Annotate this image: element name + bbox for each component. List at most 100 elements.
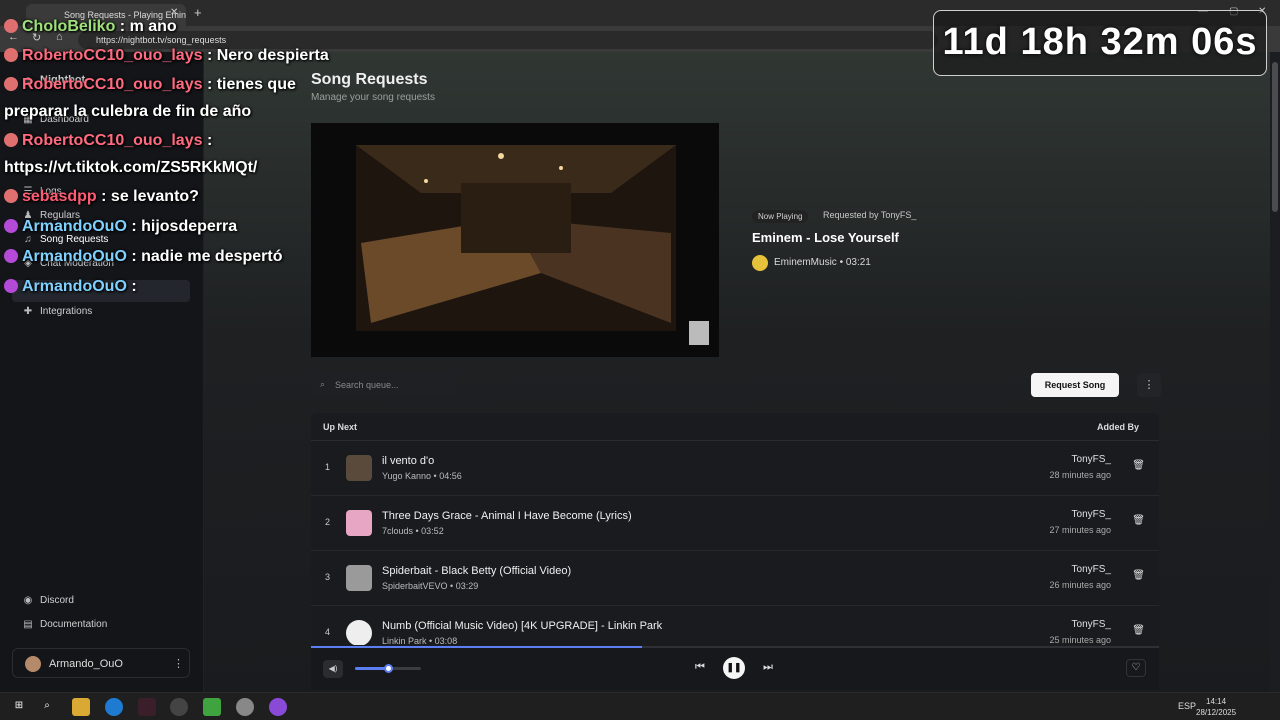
track-title: Numb (Official Music Video) [4K UPGRADE]…	[382, 620, 663, 632]
page-subtitle: Manage your song requests	[311, 92, 435, 103]
chat-username: RobertoCC10_ouo_lays	[22, 76, 203, 93]
scrollbar[interactable]	[1270, 52, 1280, 692]
table-row[interactable]: 3 Spiderbait - Black Betty (Official Vid…	[311, 551, 1159, 606]
added-time: 26 minutes ago	[1049, 580, 1111, 590]
chat-message: https://vt.tiktok.com/ZS5RKkMQt/	[4, 157, 257, 179]
sidebar-item-label: Discord	[40, 595, 74, 606]
volume-knob[interactable]	[384, 664, 393, 673]
windows-start-icon[interactable]: ⊞	[10, 698, 28, 716]
added-by-user: TonyFS_	[1071, 619, 1111, 630]
row-number: 2	[325, 517, 331, 527]
trash-icon[interactable]: 🗑	[1132, 570, 1145, 581]
chat-message: preparar la culebra de fin de año	[4, 101, 251, 123]
table-row[interactable]: 4 Numb (Official Music Video) [4K UPGRAD…	[311, 606, 1159, 645]
sidebar-item-documentation[interactable]: ▤ Documentation	[22, 619, 107, 630]
video-frame	[311, 123, 719, 357]
volume-slider[interactable]	[355, 664, 421, 673]
user-menu[interactable]: Armando_OuO ⋮	[12, 648, 190, 678]
added-time: 28 minutes ago	[1049, 470, 1111, 480]
progress-bar[interactable]	[311, 646, 1159, 648]
table-row[interactable]: 1 il vento d'o Yugo Kanno • 04:56 TonyFS…	[311, 441, 1159, 496]
app-icon[interactable]	[138, 698, 156, 716]
table-row[interactable]: 2 Three Days Grace - Animal I Have Becom…	[311, 496, 1159, 551]
player-bar: ◀) ⏮ ❚❚ ⏭ ♡	[311, 646, 1159, 690]
app-icon[interactable]	[269, 698, 287, 716]
puzzle-icon: ✚	[23, 306, 33, 317]
track-thumbnail	[346, 510, 372, 536]
chat-badge-icon	[4, 249, 18, 263]
row-number: 3	[325, 572, 331, 582]
now-playing-badge: Now Playing	[752, 210, 809, 223]
search-input[interactable]: ⌕ Search queue...	[311, 373, 457, 397]
sidebar-item-label: Documentation	[40, 619, 108, 630]
more-vertical-icon[interactable]: ⋮	[173, 657, 184, 670]
chat-message: ArmandoOuO :	[4, 276, 137, 298]
chat-message: RobertoCC10_ouo_lays : tienes que	[4, 74, 296, 96]
track-thumbnail	[346, 565, 372, 591]
discord-icon: ◉	[23, 595, 33, 606]
chat-avatar-icon	[4, 19, 18, 33]
chat-avatar-icon	[4, 48, 18, 62]
user-name: Armando_OuO	[49, 658, 123, 670]
volume-icon[interactable]: ◀)	[323, 660, 343, 678]
chat-username: RobertoCC10_ouo_lays	[22, 47, 203, 64]
edge-icon[interactable]	[105, 698, 123, 716]
track-meta: SpiderbaitVEVO • 03:29	[382, 581, 479, 591]
track-title: Spiderbait - Black Betty (Official Video…	[382, 565, 572, 577]
heart-icon[interactable]: ♡	[1126, 659, 1146, 677]
clock-date: 28/12/2025	[1196, 708, 1237, 717]
track-title: il vento d'o	[382, 455, 435, 467]
sidebar-item-label: Integrations	[40, 306, 93, 317]
added-time: 25 minutes ago	[1049, 635, 1111, 645]
row-number: 1	[325, 462, 331, 472]
page-title: Song Requests	[311, 71, 428, 88]
search-placeholder: Search queue...	[335, 380, 399, 390]
chat-avatar-icon	[4, 189, 18, 203]
added-by-user: TonyFS_	[1071, 454, 1111, 465]
trash-icon[interactable]: 🗑	[1132, 515, 1145, 526]
countdown-timer: 11d 18h 32m 06s	[933, 10, 1267, 76]
previous-icon[interactable]: ⏮	[695, 661, 705, 674]
more-options-button[interactable]: ⋮	[1137, 373, 1161, 397]
language-indicator[interactable]: ESP	[1178, 701, 1196, 711]
next-icon[interactable]: ⏭	[763, 661, 773, 674]
sidebar-item-discord[interactable]: ◉ Discord	[22, 595, 74, 606]
sidebar-item-integrations[interactable]: ✚ Integrations	[22, 306, 92, 317]
video-player[interactable]	[311, 123, 719, 357]
chat-username: ArmandoOuO	[22, 218, 127, 235]
header-up-next: Up Next	[323, 422, 358, 432]
chat-avatar-icon	[4, 77, 18, 91]
request-song-button[interactable]: Request Song	[1031, 373, 1119, 397]
track-title: Three Days Grace - Animal I Have Become …	[382, 510, 632, 522]
search-icon: ⌕	[320, 379, 326, 389]
trash-icon[interactable]: 🗑	[1132, 460, 1145, 471]
chat-text: : m ano	[119, 18, 177, 35]
obs-icon[interactable]	[170, 698, 188, 716]
search-icon[interactable]: ⌕	[38, 698, 56, 716]
pause-button[interactable]: ❚❚	[723, 657, 745, 679]
app-icon[interactable]	[236, 698, 254, 716]
taskbar: ⊞ ⌕ ESP 14:14 28/12/2025	[0, 692, 1280, 720]
chat-message: ArmandoOuO : hijosdeperra	[4, 216, 237, 238]
scroll-thumb[interactable]	[1272, 62, 1278, 212]
added-time: 27 minutes ago	[1049, 525, 1111, 535]
header-added-by: Added By	[1096, 422, 1139, 432]
chat-avatar-icon	[4, 133, 18, 147]
chat-badge-icon	[4, 279, 18, 293]
file-explorer-icon[interactable]	[72, 698, 90, 716]
chat-message: CholoBeliko : m ano	[4, 16, 177, 38]
chat-text: preparar la culebra de fin de año	[4, 103, 252, 120]
chat-text: : nadie me despertó	[131, 248, 283, 265]
clock[interactable]: 14:14 28/12/2025	[1196, 696, 1236, 718]
new-tab-button[interactable]: +	[194, 5, 202, 20]
progress-fill	[311, 646, 642, 648]
track-thumbnail	[346, 620, 372, 645]
chat-message: sebasdpp : se levanto?	[4, 186, 199, 208]
chat-message: RobertoCC10_ouo_lays : Nero despierta	[4, 45, 329, 67]
trash-icon[interactable]: 🗑	[1132, 625, 1145, 636]
queue-header: Up Next Added By	[311, 413, 1159, 441]
chat-text: : Nero despierta	[206, 47, 329, 64]
channel-avatar-icon	[752, 255, 768, 271]
chat-text: : hijosdeperra	[131, 218, 238, 235]
minecraft-icon[interactable]	[203, 698, 221, 716]
